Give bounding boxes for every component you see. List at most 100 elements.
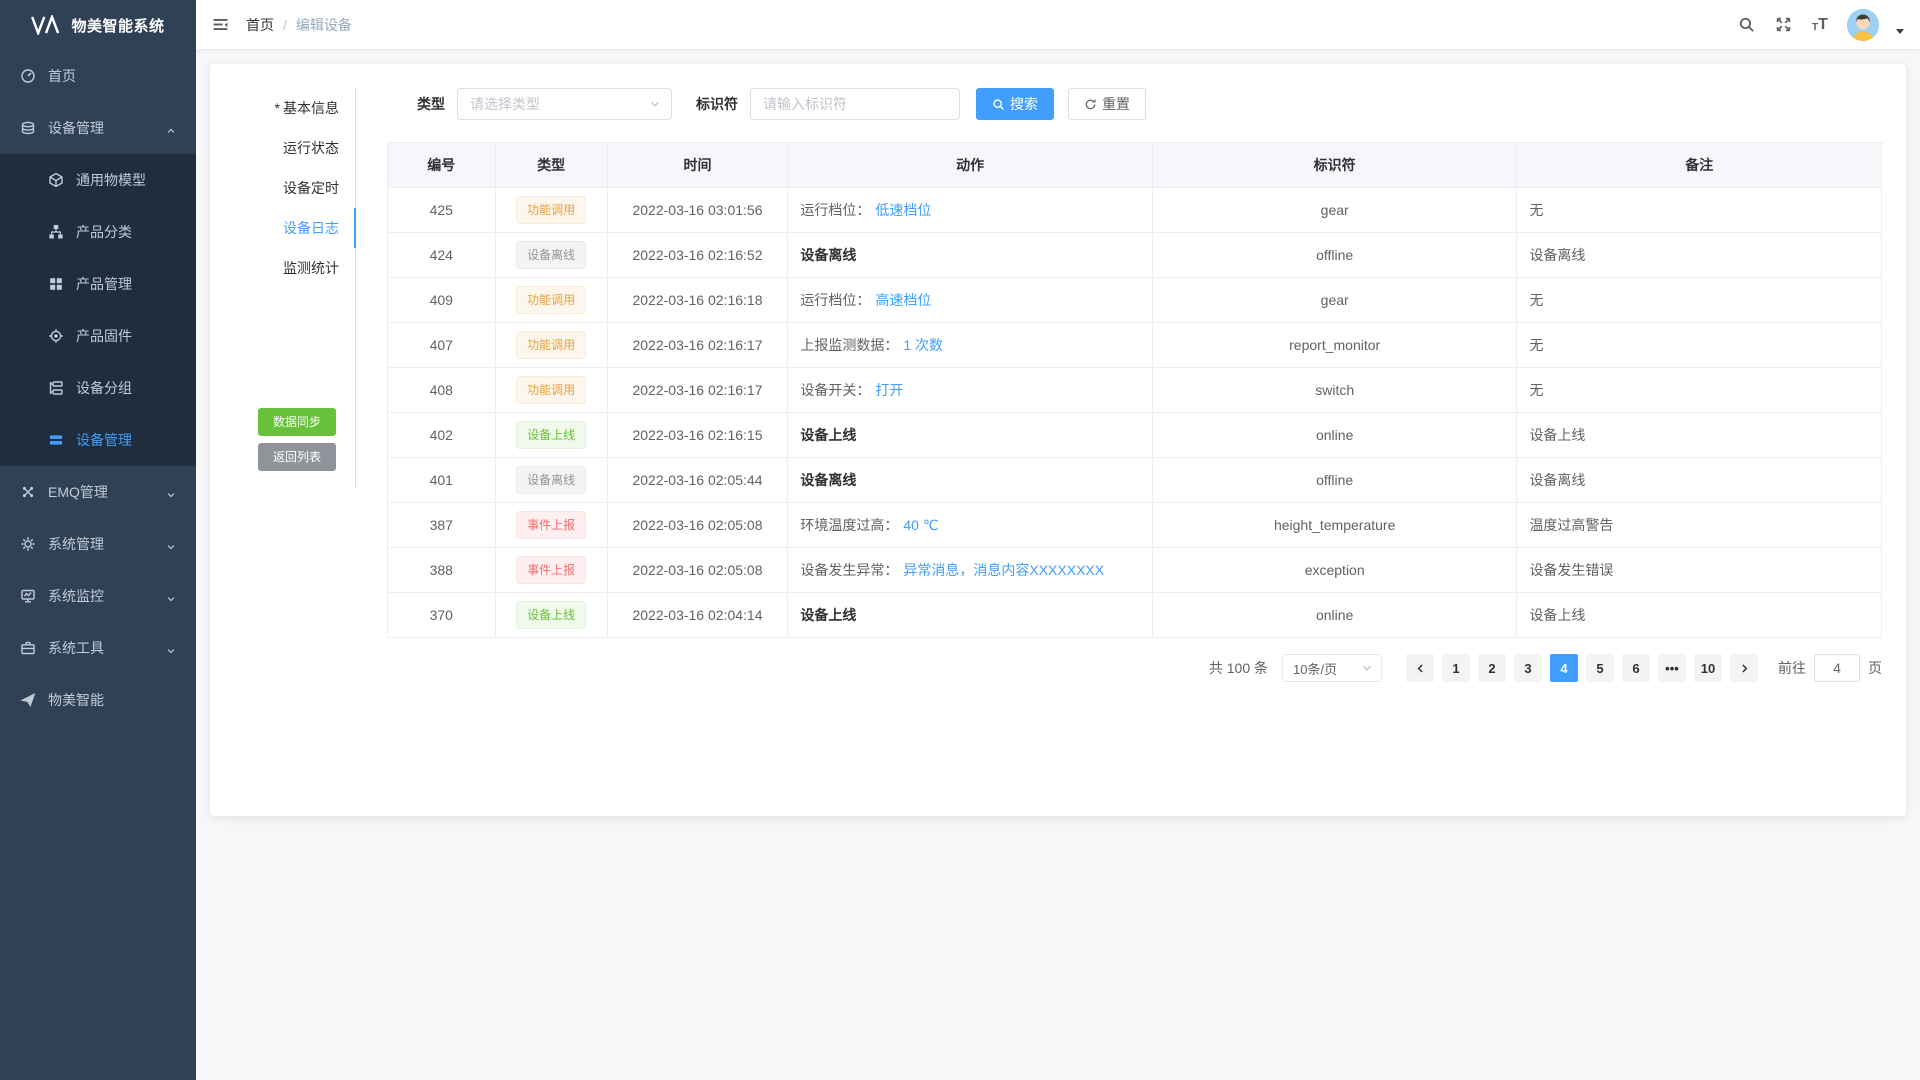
page-button-4[interactable]: 4 (1550, 654, 1578, 682)
tab-设备日志[interactable]: 设备日志 (210, 208, 355, 248)
column-header-动作: 动作 (788, 143, 1153, 188)
device-log-panel: 类型 请选择类型 标识符 搜索 重置 (356, 88, 1906, 816)
type-select[interactable]: 请选择类型 (457, 88, 672, 120)
action-text: 环境温度过高： (800, 517, 898, 533)
log-table-body: 425功能调用2022-03-16 03:01:56运行档位：低速档位gear无… (388, 188, 1882, 638)
cell-type: 事件上报 (495, 503, 607, 548)
table-row: 388事件上报2022-03-16 02:05:08设备发生异常：异常消息，消息… (388, 548, 1882, 593)
page-jump: 前往 页 (1778, 654, 1882, 682)
data-sync-button[interactable]: 数据同步 (258, 408, 336, 436)
pagination: 共 100 条 10条/页 123456•••10 前往 页 (387, 654, 1882, 682)
font-size-icon[interactable]: TT (1810, 15, 1830, 35)
fullscreen-icon[interactable] (1773, 15, 1793, 35)
cell-action: 运行档位：高速档位 (788, 278, 1153, 323)
chevron-down-icon (166, 643, 176, 653)
sidebar-item-首页[interactable]: 首页 (0, 50, 196, 102)
sidebar-item-label: 系统监控 (48, 586, 166, 606)
action-text: 设备离线 (800, 247, 856, 263)
table-row: 425功能调用2022-03-16 03:01:56运行档位：低速档位gear无 (388, 188, 1882, 233)
cell-time: 2022-03-16 02:05:08 (607, 548, 788, 593)
cell-time: 2022-03-16 02:05:08 (607, 503, 788, 548)
action-link[interactable]: 低速档位 (875, 202, 931, 218)
cell-type: 功能调用 (495, 278, 607, 323)
page-button-6[interactable]: 6 (1622, 654, 1650, 682)
prev-page-button[interactable] (1406, 654, 1434, 682)
sidebar-item-label: 设备管理 (76, 430, 188, 450)
action-link[interactable]: 1 次数 (903, 337, 943, 353)
sidebar-item-系统工具[interactable]: 系统工具 (0, 622, 196, 674)
sidebar-item-设备分组[interactable]: 设备分组 (0, 362, 196, 414)
cell-action: 设备离线 (788, 233, 1153, 278)
sidebar-item-设备管理[interactable]: 设备管理 (0, 414, 196, 466)
tab-运行状态[interactable]: 运行状态 (210, 128, 355, 168)
column-header-类型: 类型 (495, 143, 607, 188)
type-select-placeholder: 请选择类型 (470, 94, 649, 114)
sidebar-item-label: 系统管理 (48, 534, 166, 554)
identifier-input[interactable] (750, 88, 960, 120)
action-link[interactable]: 打开 (875, 382, 903, 398)
page-button-2[interactable]: 2 (1478, 654, 1506, 682)
action-text: 设备上线 (800, 427, 856, 443)
sidebar-item-产品固件[interactable]: 产品固件 (0, 310, 196, 362)
sidebar-item-设备管理[interactable]: 设备管理 (0, 102, 196, 154)
page-size-select[interactable]: 10条/页 (1282, 654, 1382, 682)
action-text: 上报监测数据： (800, 337, 898, 353)
action-link[interactable]: 高速档位 (875, 292, 931, 308)
sidebar-item-产品管理[interactable]: 产品管理 (0, 258, 196, 310)
table-row: 370设备上线2022-03-16 02:04:14设备上线online设备上线 (388, 593, 1882, 638)
page-button-10[interactable]: 10 (1694, 654, 1722, 682)
cell-time: 2022-03-16 02:16:15 (607, 413, 788, 458)
search-button[interactable]: 搜索 (976, 88, 1054, 120)
device-log-table: 编号类型时间动作标识符备注 425功能调用2022-03-16 03:01:56… (387, 142, 1882, 638)
collapse-menu-icon[interactable] (210, 15, 230, 35)
page-button-3[interactable]: 3 (1514, 654, 1542, 682)
sidebar-item-label: 设备管理 (48, 118, 166, 138)
tab-buttons: 数据同步 返回列表 (210, 408, 355, 471)
tab-监测统计[interactable]: 监测统计 (210, 248, 355, 288)
page-button-5[interactable]: 5 (1586, 654, 1614, 682)
tab-label: 基本信息 (283, 100, 339, 116)
more-pages-button[interactable]: ••• (1658, 654, 1686, 682)
sidebar-item-label: 产品分类 (76, 222, 188, 242)
action-link[interactable]: 异常消息，消息内容XXXXXXXX (903, 562, 1104, 578)
tab-设备定时[interactable]: 设备定时 (210, 168, 355, 208)
breadcrumb-home[interactable]: 首页 (246, 15, 274, 35)
cell-type: 功能调用 (495, 368, 607, 413)
chevron-down-icon (649, 98, 661, 110)
page-buttons: 123456 ••• 10 (1438, 654, 1726, 682)
next-page-button[interactable] (1730, 654, 1758, 682)
main-area: 首页 / 编辑设备 TT *基本信息运行状态设备定时设备日志监测统计 (196, 0, 1920, 1080)
caret-down-icon[interactable] (1896, 29, 1904, 34)
search-icon[interactable] (1736, 15, 1756, 35)
type-tag: 功能调用 (516, 286, 586, 314)
sidebar-item-通用物模型[interactable]: 通用物模型 (0, 154, 196, 206)
action-text: 设备上线 (800, 607, 856, 623)
cell-remark: 无 (1517, 323, 1882, 368)
back-to-list-button[interactable]: 返回列表 (258, 443, 336, 471)
cell-type: 功能调用 (495, 323, 607, 368)
refresh-icon (1084, 98, 1097, 111)
page-button-1[interactable]: 1 (1442, 654, 1470, 682)
avatar[interactable] (1847, 9, 1879, 41)
sidebar-item-系统管理[interactable]: 系统管理 (0, 518, 196, 570)
table-row: 409功能调用2022-03-16 02:16:18运行档位：高速档位gear无 (388, 278, 1882, 323)
sidebar-item-EMQ管理[interactable]: EMQ管理 (0, 466, 196, 518)
jump-page-input[interactable] (1814, 654, 1860, 682)
sidebar-item-系统监控[interactable]: 系统监控 (0, 570, 196, 622)
sidebar-item-label: 设备分组 (76, 378, 188, 398)
cell-action: 环境温度过高： 40 ℃ (788, 503, 1153, 548)
tab-基本信息[interactable]: *基本信息 (210, 88, 355, 128)
action-link[interactable]: 40 ℃ (903, 517, 938, 533)
sidebar-item-物美智能[interactable]: 物美智能 (0, 674, 196, 726)
action-text: 设备开关： (800, 382, 870, 398)
chevron-down-icon (166, 591, 176, 601)
sidebar-item-产品分类[interactable]: 产品分类 (0, 206, 196, 258)
jump-suffix: 页 (1868, 658, 1882, 678)
type-tag: 功能调用 (516, 331, 586, 359)
list-icon (48, 432, 64, 448)
reset-button[interactable]: 重置 (1068, 88, 1146, 120)
cell-type: 设备离线 (495, 458, 607, 503)
cell-action: 设备上线 (788, 593, 1153, 638)
table-row: 402设备上线2022-03-16 02:16:15设备上线online设备上线 (388, 413, 1882, 458)
chevron-down-icon (1361, 662, 1373, 674)
